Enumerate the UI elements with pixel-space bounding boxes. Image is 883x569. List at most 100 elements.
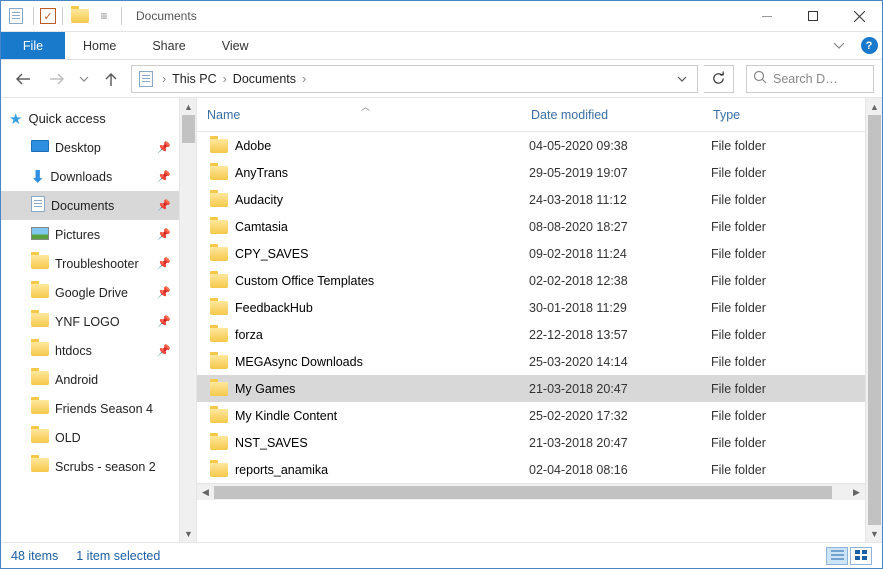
sidebar-item[interactable]: htdocs📌 [1, 336, 179, 365]
thumbnails-view-button[interactable] [850, 547, 872, 565]
file-name: Custom Office Templates [231, 274, 529, 288]
nav-scrollbar[interactable]: ▲ ▼ [179, 98, 196, 542]
sidebar-item[interactable]: Friends Season 4 [1, 394, 179, 423]
help-button[interactable]: ? [856, 32, 882, 59]
quick-access-header[interactable]: ★ Quick access [1, 104, 179, 133]
sidebar-item[interactable]: Pictures📌 [1, 220, 179, 249]
sidebar-item[interactable]: Troubleshooter 📌 [1, 249, 179, 278]
address-bar[interactable]: › This PC › Documents › [131, 65, 698, 93]
up-button[interactable] [97, 65, 125, 93]
file-row[interactable]: My Kindle Content25-02-2020 17:32File fo… [197, 402, 865, 429]
file-type: File folder [711, 193, 766, 207]
sidebar-item[interactable]: YNF LOGO📌 [1, 307, 179, 336]
file-date: 02-04-2018 08:16 [529, 463, 711, 477]
scroll-thumb[interactable] [182, 115, 195, 143]
file-row[interactable]: MEGAsync Downloads25-03-2020 14:14File f… [197, 348, 865, 375]
file-name: Audacity [231, 193, 529, 207]
sidebar-item[interactable]: Desktop📌 [1, 133, 179, 162]
sidebar-item[interactable]: Google Drive📌 [1, 278, 179, 307]
properties-icon[interactable] [5, 5, 27, 27]
file-row[interactable]: Adobe04-05-2020 09:38File folder [197, 132, 865, 159]
file-name: CPY_SAVES [231, 247, 529, 261]
folder-icon [31, 255, 49, 272]
folder-icon [207, 461, 231, 479]
chevron-right-icon[interactable]: › [221, 72, 229, 86]
sidebar-item[interactable]: Documents📌 [1, 191, 179, 220]
address-dropdown-icon[interactable] [671, 76, 693, 82]
sidebar-item[interactable]: Android [1, 365, 179, 394]
vertical-scrollbar[interactable]: ▲ ▼ [865, 98, 882, 542]
sidebar-item-label: Friends Season 4 [55, 402, 153, 416]
folder-icon [207, 434, 231, 452]
scroll-thumb[interactable] [868, 115, 881, 525]
file-row[interactable]: forza22-12-2018 13:57File folder [197, 321, 865, 348]
search-input[interactable]: Search D… [746, 65, 874, 93]
sidebar-item-label: htdocs [55, 344, 92, 358]
scroll-down-icon[interactable]: ▼ [866, 525, 882, 542]
sidebar-item-label: Troubleshooter [55, 257, 139, 271]
maximize-button[interactable] [790, 1, 836, 31]
file-type: File folder [711, 220, 766, 234]
sidebar-item[interactable]: ⬇Downloads📌 [1, 162, 179, 191]
chevron-right-icon[interactable]: › [300, 72, 308, 86]
sidebar-item[interactable]: Scrubs - season 2 [1, 452, 179, 481]
file-type: File folder [711, 274, 766, 288]
tab-share[interactable]: Share [134, 32, 203, 59]
ribbon-expand-icon[interactable] [822, 32, 856, 59]
details-view-button[interactable] [826, 547, 848, 565]
breadcrumb-documents[interactable]: Documents [229, 72, 300, 86]
check-icon[interactable]: ✓ [40, 8, 56, 24]
scroll-up-icon[interactable]: ▲ [180, 98, 197, 115]
file-type: File folder [711, 382, 766, 396]
file-tab[interactable]: File [1, 32, 65, 59]
pin-icon: 📌 [157, 257, 171, 270]
file-row[interactable]: reports_anamika02-04-2018 08:16File fold… [197, 456, 865, 483]
back-button[interactable] [9, 65, 37, 93]
minimize-button[interactable] [744, 1, 790, 31]
file-name: Adobe [231, 139, 529, 153]
file-row[interactable]: FeedbackHub30-01-2018 11:29File folder [197, 294, 865, 321]
scroll-up-icon[interactable]: ▲ [866, 98, 882, 115]
recent-dropdown-icon[interactable] [77, 65, 91, 93]
sidebar-item[interactable]: OLD [1, 423, 179, 452]
forward-button[interactable] [43, 65, 71, 93]
breadcrumb-this-pc[interactable]: This PC [168, 72, 220, 86]
pin-icon: 📌 [157, 141, 171, 154]
file-row[interactable]: Camtasia08-08-2020 18:27File folder [197, 213, 865, 240]
file-type: File folder [711, 247, 766, 261]
navigation-bar: › This PC › Documents › Search D… [1, 60, 882, 98]
chevron-right-icon[interactable]: › [160, 72, 168, 86]
column-header-date[interactable]: Date modified [531, 108, 713, 122]
file-row[interactable]: Custom Office Templates02-02-2018 12:38F… [197, 267, 865, 294]
tab-home[interactable]: Home [65, 32, 134, 59]
scroll-right-icon[interactable]: ▶ [848, 484, 865, 501]
pictures-icon [31, 227, 49, 243]
pin-icon: 📌 [157, 315, 171, 328]
file-date: 30-01-2018 11:29 [529, 301, 711, 315]
file-type: File folder [711, 166, 766, 180]
file-row[interactable]: Audacity24-03-2018 11:12File folder [197, 186, 865, 213]
file-row[interactable]: NST_SAVES21-03-2018 20:47File folder [197, 429, 865, 456]
file-date: 24-03-2018 11:12 [529, 193, 711, 207]
folder-icon [31, 400, 49, 417]
column-header-type[interactable]: Type [713, 108, 865, 122]
sidebar-item-label: OLD [55, 431, 81, 445]
horizontal-scrollbar[interactable]: ◀ ▶ [197, 483, 865, 500]
file-date: 25-02-2020 17:32 [529, 409, 711, 423]
folder-icon[interactable] [69, 5, 91, 27]
scroll-thumb[interactable] [214, 486, 832, 499]
file-type: File folder [711, 139, 766, 153]
file-type: File folder [711, 328, 766, 342]
file-row[interactable]: My Games21-03-2018 20:47File folder [197, 375, 865, 402]
tab-view[interactable]: View [204, 32, 267, 59]
scroll-down-icon[interactable]: ▼ [180, 525, 197, 542]
ribbon-tabs: File Home Share View ? [1, 32, 882, 60]
qat-dropdown-icon[interactable]: ≡ [93, 5, 115, 27]
folder-icon [31, 284, 49, 301]
scroll-left-icon[interactable]: ◀ [197, 484, 214, 501]
file-row[interactable]: AnyTrans29-05-2019 19:07File folder [197, 159, 865, 186]
file-row[interactable]: CPY_SAVES09-02-2018 11:24File folder [197, 240, 865, 267]
refresh-button[interactable] [704, 65, 734, 93]
close-button[interactable] [836, 1, 882, 31]
folder-icon [207, 137, 231, 155]
